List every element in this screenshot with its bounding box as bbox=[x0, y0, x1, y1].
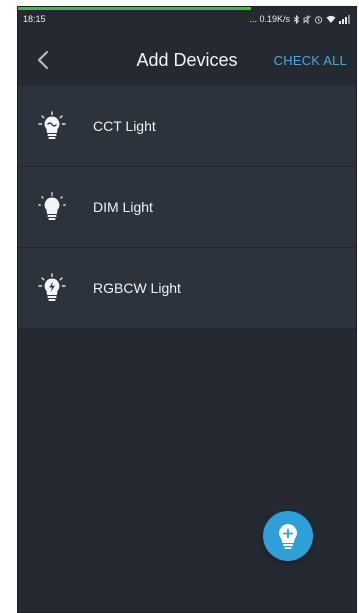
bulb-dim-icon bbox=[38, 192, 66, 222]
network-speed: ... 0.19K/s bbox=[249, 14, 290, 24]
add-bulb-icon bbox=[279, 524, 297, 549]
status-icons: ... 0.19K/s bbox=[249, 14, 351, 24]
wifi-icon bbox=[326, 15, 336, 23]
check-all-button[interactable]: CHECK ALL bbox=[274, 53, 347, 68]
bulb-rgbcw-icon bbox=[38, 273, 66, 303]
mute-icon bbox=[303, 14, 311, 24]
add-device-fab[interactable] bbox=[263, 511, 313, 561]
bulb-cct-icon bbox=[38, 111, 66, 141]
app-header: Add Devices CHECK ALL bbox=[18, 28, 356, 90]
device-label: DIM Light bbox=[93, 199, 153, 215]
device-item-dim-light[interactable]: DIM Light bbox=[18, 167, 356, 248]
device-label: CCT Light bbox=[93, 118, 156, 134]
alarm-icon bbox=[314, 15, 323, 24]
app-screen: 18:15 ... 0.19K/s Add Devices CHECK ALL … bbox=[17, 6, 357, 613]
device-list: CCT Light DIM Light RGBCW Light bbox=[18, 86, 356, 329]
status-bar: 18:15 ... 0.19K/s bbox=[18, 10, 356, 28]
device-label: RGBCW Light bbox=[93, 280, 181, 296]
bluetooth-icon bbox=[293, 14, 300, 24]
device-item-cct-light[interactable]: CCT Light bbox=[18, 86, 356, 167]
status-time: 18:15 bbox=[23, 14, 46, 24]
signal-icon bbox=[339, 14, 350, 24]
device-item-rgbcw-light[interactable]: RGBCW Light bbox=[18, 248, 356, 329]
